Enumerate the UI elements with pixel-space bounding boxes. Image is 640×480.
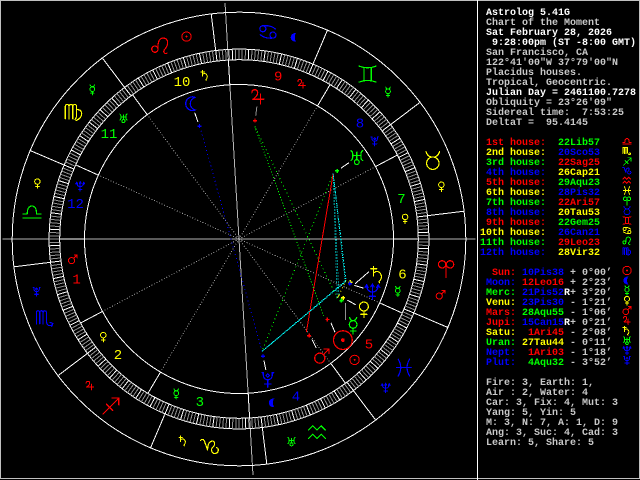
svg-text:Plut:: Plut: (486, 357, 516, 369)
svg-text:4Aqu32: 4Aqu32 (522, 358, 564, 369)
svg-text:5: 5 (365, 338, 373, 354)
svg-text:6: 6 (398, 268, 406, 284)
svg-text:9: 9 (274, 70, 282, 86)
svg-text:2: 2 (114, 348, 122, 364)
svg-text:8: 8 (356, 117, 364, 133)
svg-text:1: 1 (72, 273, 80, 289)
svg-text:12th house:: 12th house: (480, 247, 546, 259)
svg-text:Learn: 5, Share: 5: Learn: 5, Share: 5 (486, 437, 594, 449)
svg-text:- 3°52’: - 3°52’ (570, 357, 612, 369)
svg-text:3: 3 (196, 395, 204, 411)
svg-text:10: 10 (174, 75, 191, 91)
svg-text:DeltaT = 95.4145: DeltaT = 95.4145 (486, 117, 588, 129)
svg-text:11: 11 (101, 127, 118, 143)
svg-text:12: 12 (67, 197, 84, 213)
svg-text:28Vir32: 28Vir32 (558, 247, 600, 259)
svg-text:7: 7 (397, 192, 405, 208)
svg-text:4: 4 (292, 390, 300, 406)
